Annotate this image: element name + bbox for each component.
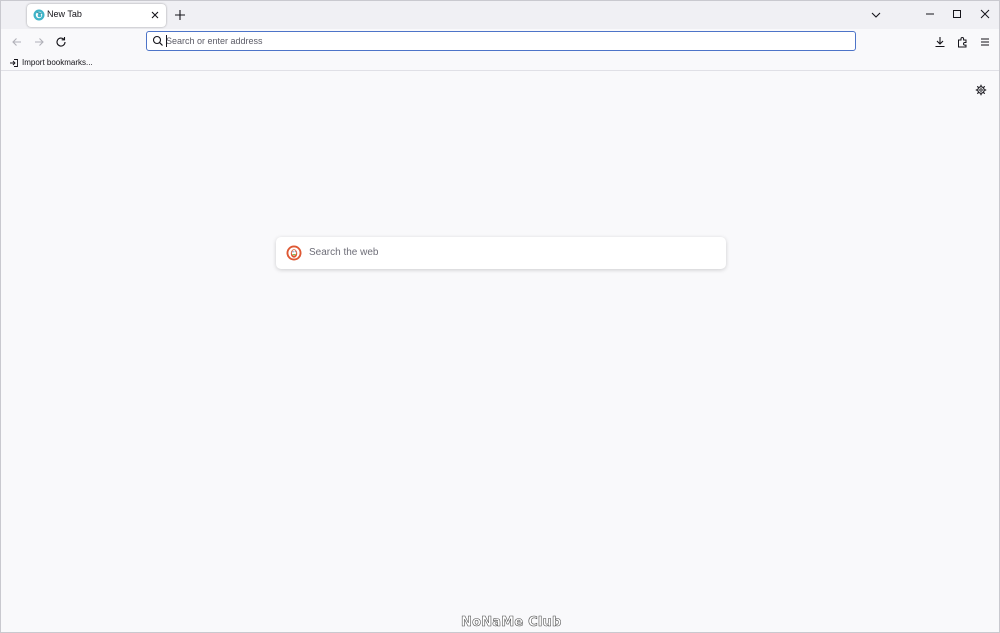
text-caret — [166, 35, 167, 47]
arrow-right-icon[interactable] — [32, 35, 46, 49]
plus-icon[interactable] — [172, 7, 188, 23]
gear-icon[interactable] — [975, 84, 987, 96]
navigation-toolbar — [1, 29, 999, 54]
close-icon[interactable] — [149, 9, 161, 21]
import-icon — [10, 58, 18, 67]
import-bookmarks-button[interactable]: Import bookmarks... — [9, 56, 93, 69]
search-icon — [152, 35, 164, 47]
newtab-page: Search the web NoNaMe Club — [1, 72, 999, 632]
maximize-icon[interactable] — [950, 7, 964, 21]
tab-title: New Tab — [47, 9, 82, 19]
watermark-text: NoNaMe Club — [461, 615, 562, 631]
download-icon[interactable] — [933, 35, 947, 49]
window-close-icon[interactable] — [978, 7, 992, 21]
puzzle-icon[interactable] — [956, 35, 970, 49]
web-search-placeholder: Search the web — [309, 247, 379, 258]
address-input[interactable] — [166, 33, 846, 49]
firefox-icon — [33, 9, 45, 21]
chevron-down-icon[interactable] — [869, 8, 883, 22]
web-search-box[interactable]: Search the web — [276, 237, 726, 269]
import-bookmarks-label: Import bookmarks... — [22, 58, 93, 67]
browser-window: New Tab Search or enter address Import b… — [0, 0, 1000, 633]
hamburger-icon[interactable] — [978, 35, 992, 49]
address-bar[interactable] — [146, 31, 856, 51]
tab-new-tab[interactable]: New Tab — [27, 4, 166, 27]
tab-strip: New Tab — [1, 1, 999, 29]
reload-icon[interactable] — [54, 35, 68, 49]
arrow-left-icon[interactable] — [10, 35, 24, 49]
bookmarks-toolbar: Import bookmarks... — [1, 54, 999, 71]
duckduckgo-icon — [286, 245, 302, 261]
minimize-icon[interactable] — [923, 7, 937, 21]
